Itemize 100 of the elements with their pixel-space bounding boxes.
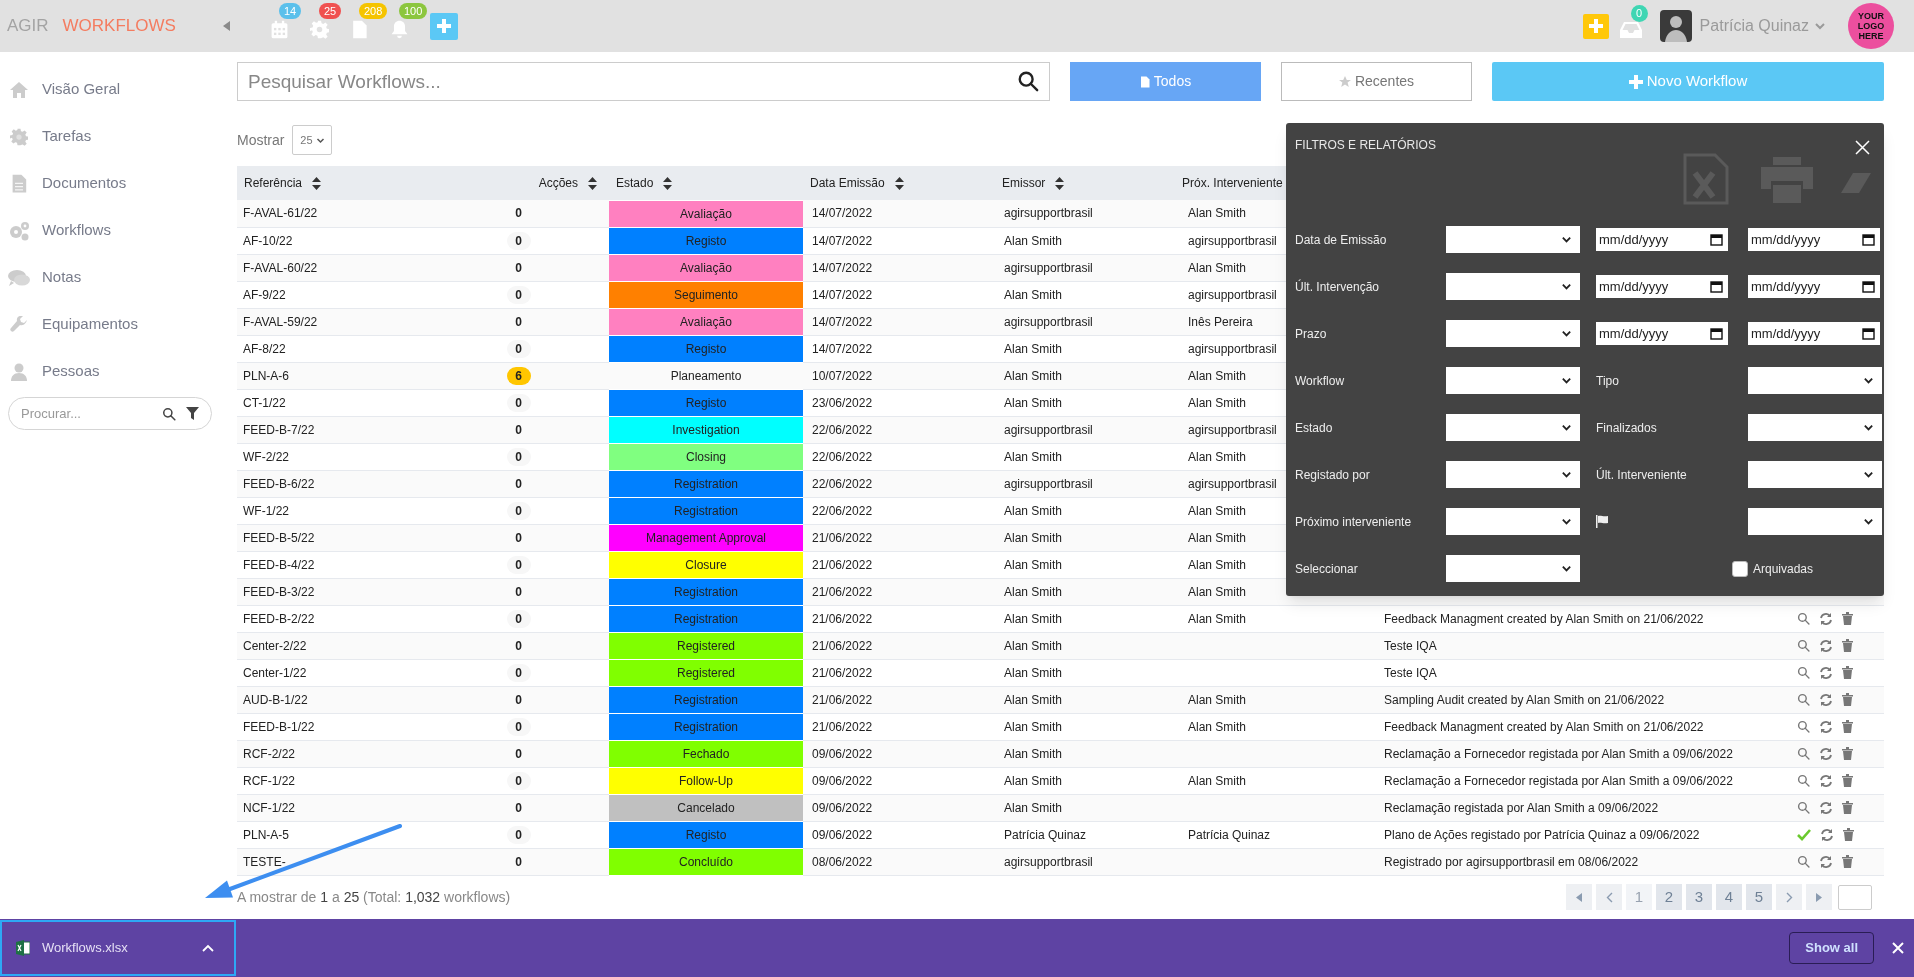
chevron-down-icon: [1863, 516, 1874, 527]
table-cell: Alan Smith: [1004, 611, 1063, 626]
action-count: 0: [506, 825, 531, 844]
table-cell: Alan Smith: [1188, 368, 1247, 383]
refresh-icon[interactable]: [1820, 827, 1834, 842]
close-icon[interactable]: [1892, 942, 1904, 954]
trash-icon[interactable]: [1842, 693, 1853, 706]
table-cell: Feedback Managment created by Alan Smith on 21/06/2022: [1384, 611, 1704, 626]
action-count: 0: [514, 313, 523, 331]
refresh-icon[interactable]: [1819, 773, 1833, 788]
refresh-icon[interactable]: [1819, 719, 1833, 734]
table-cell: Alan Smith: [1188, 503, 1247, 518]
refresh-icon[interactable]: [1819, 746, 1833, 761]
date-field[interactable]: mm/dd/yyyy: [1596, 322, 1728, 345]
search-field[interactable]: Pesquisar Workflows...: [237, 62, 1050, 101]
date-field[interactable]: mm/dd/yyyy: [1596, 228, 1728, 251]
page-button[interactable]: 3: [1686, 884, 1712, 910]
filter-label: Tipo: [1596, 372, 1620, 390]
status-cell: Registo: [609, 821, 803, 848]
show-all-button[interactable]: Show all: [1789, 932, 1874, 964]
sidebar-item[interactable]: Tarefas: [8, 113, 237, 160]
date-field[interactable]: mm/dd/yyyy: [1596, 275, 1728, 298]
sidebar-search-field[interactable]: Procurar...: [8, 397, 212, 430]
search-icon[interactable]: [162, 407, 176, 421]
collapse-caret-icon[interactable]: [222, 21, 230, 31]
view-tab[interactable]: Recentes: [1281, 62, 1472, 101]
table-cell: agirsupportbrasil: [1188, 476, 1277, 491]
calendar-icon: [1862, 327, 1875, 340]
sort-icon: [588, 177, 597, 191]
trash-icon[interactable]: [1843, 828, 1854, 841]
chevron-down-icon: [1561, 516, 1572, 527]
sidebar-item[interactable]: Workflows: [8, 207, 237, 254]
sidebar-item[interactable]: Pessoas: [8, 348, 237, 395]
action-count: 0: [506, 771, 531, 790]
refresh-icon[interactable]: [1819, 611, 1833, 626]
checkbox[interactable]: [1732, 560, 1748, 577]
sidebar-item[interactable]: Documentos: [8, 160, 237, 207]
table-cell: 21/06/2022: [812, 692, 873, 707]
page-number-field[interactable]: [1838, 884, 1872, 910]
refresh-icon[interactable]: [1819, 638, 1833, 653]
close-icon[interactable]: [1855, 140, 1870, 155]
chevron-up-icon[interactable]: [202, 944, 214, 952]
sidebar-item[interactable]: Equipamentos: [8, 301, 237, 348]
date-field[interactable]: mm/dd/yyyy: [1748, 275, 1880, 298]
check-icon[interactable]: [1797, 828, 1811, 841]
column-header[interactable]: Acções: [470, 166, 609, 200]
view-tab[interactable]: Todos: [1070, 62, 1261, 101]
table-cell: 21/06/2022: [812, 584, 873, 599]
filter-icon[interactable]: [186, 407, 199, 420]
table-cell: Alan Smith: [1188, 206, 1247, 221]
trash-icon[interactable]: [1842, 855, 1853, 868]
filter-label: Próximo interveniente: [1295, 513, 1413, 531]
action-count: 0: [514, 853, 523, 871]
table-cell: TESTE-: [243, 854, 286, 869]
page-button[interactable]: 4: [1716, 884, 1742, 910]
table-cell: 14/07/2022: [812, 314, 873, 329]
trash-icon[interactable]: [1842, 612, 1853, 625]
sidebar-item[interactable]: Notas: [8, 254, 237, 301]
column-header[interactable]: Estado: [609, 166, 803, 200]
page-button[interactable]: 1: [1626, 884, 1652, 910]
table-cell: agirsupportbrasil: [1004, 854, 1093, 869]
document-icon: [11, 173, 27, 194]
trash-icon[interactable]: [1842, 801, 1853, 814]
column-header[interactable]: Referência: [237, 166, 470, 200]
table-cell: 14/07/2022: [812, 260, 873, 275]
page-button[interactable]: 2: [1656, 884, 1682, 910]
last-page-button[interactable]: [1806, 884, 1832, 910]
table-cell: Alan Smith: [1004, 692, 1063, 707]
column-header[interactable]: Data Emissão: [803, 166, 995, 200]
refresh-icon[interactable]: [1819, 854, 1833, 869]
trash-icon[interactable]: [1842, 747, 1853, 760]
date-field[interactable]: mm/dd/yyyy: [1748, 228, 1880, 251]
table-cell: Alan Smith: [1004, 530, 1063, 545]
status-cell: Registration: [609, 686, 803, 713]
date-field[interactable]: mm/dd/yyyy: [1748, 322, 1880, 345]
refresh-icon[interactable]: [1819, 800, 1833, 815]
trash-icon[interactable]: [1842, 666, 1853, 679]
spreadsheet-icon: [16, 940, 30, 956]
table-cell: Reclamação a Fornecedor registada por Alan Smith a 09/06/2022: [1384, 746, 1733, 761]
inbox-icon: [1619, 22, 1642, 38]
refresh-icon[interactable]: [1819, 692, 1833, 707]
trash-icon[interactable]: [1842, 639, 1853, 652]
status-cell: Registo: [609, 335, 803, 362]
refresh-icon[interactable]: [1819, 665, 1833, 680]
chevron-down-icon: [1561, 234, 1572, 245]
gear-icon: [310, 20, 330, 39]
column-header[interactable]: Emissor: [995, 166, 1179, 200]
flag-icon: [1596, 515, 1608, 528]
page-size-dropdown[interactable]: 25: [292, 125, 333, 155]
trash-icon[interactable]: [1842, 720, 1853, 733]
page-button[interactable]: 5: [1746, 884, 1772, 910]
search-icon[interactable]: [1017, 70, 1039, 92]
trash-icon[interactable]: [1842, 774, 1853, 787]
chevron-down-icon: [1863, 469, 1874, 480]
status-cell: Registered: [609, 659, 803, 686]
status-cell: Registration: [609, 713, 803, 740]
download-item[interactable]: Workflows.xlsx: [0, 920, 236, 976]
first-page-button[interactable]: [1566, 884, 1592, 910]
avatar[interactable]: [1659, 10, 1692, 42]
sidebar-item[interactable]: Visão Geral: [8, 66, 237, 113]
